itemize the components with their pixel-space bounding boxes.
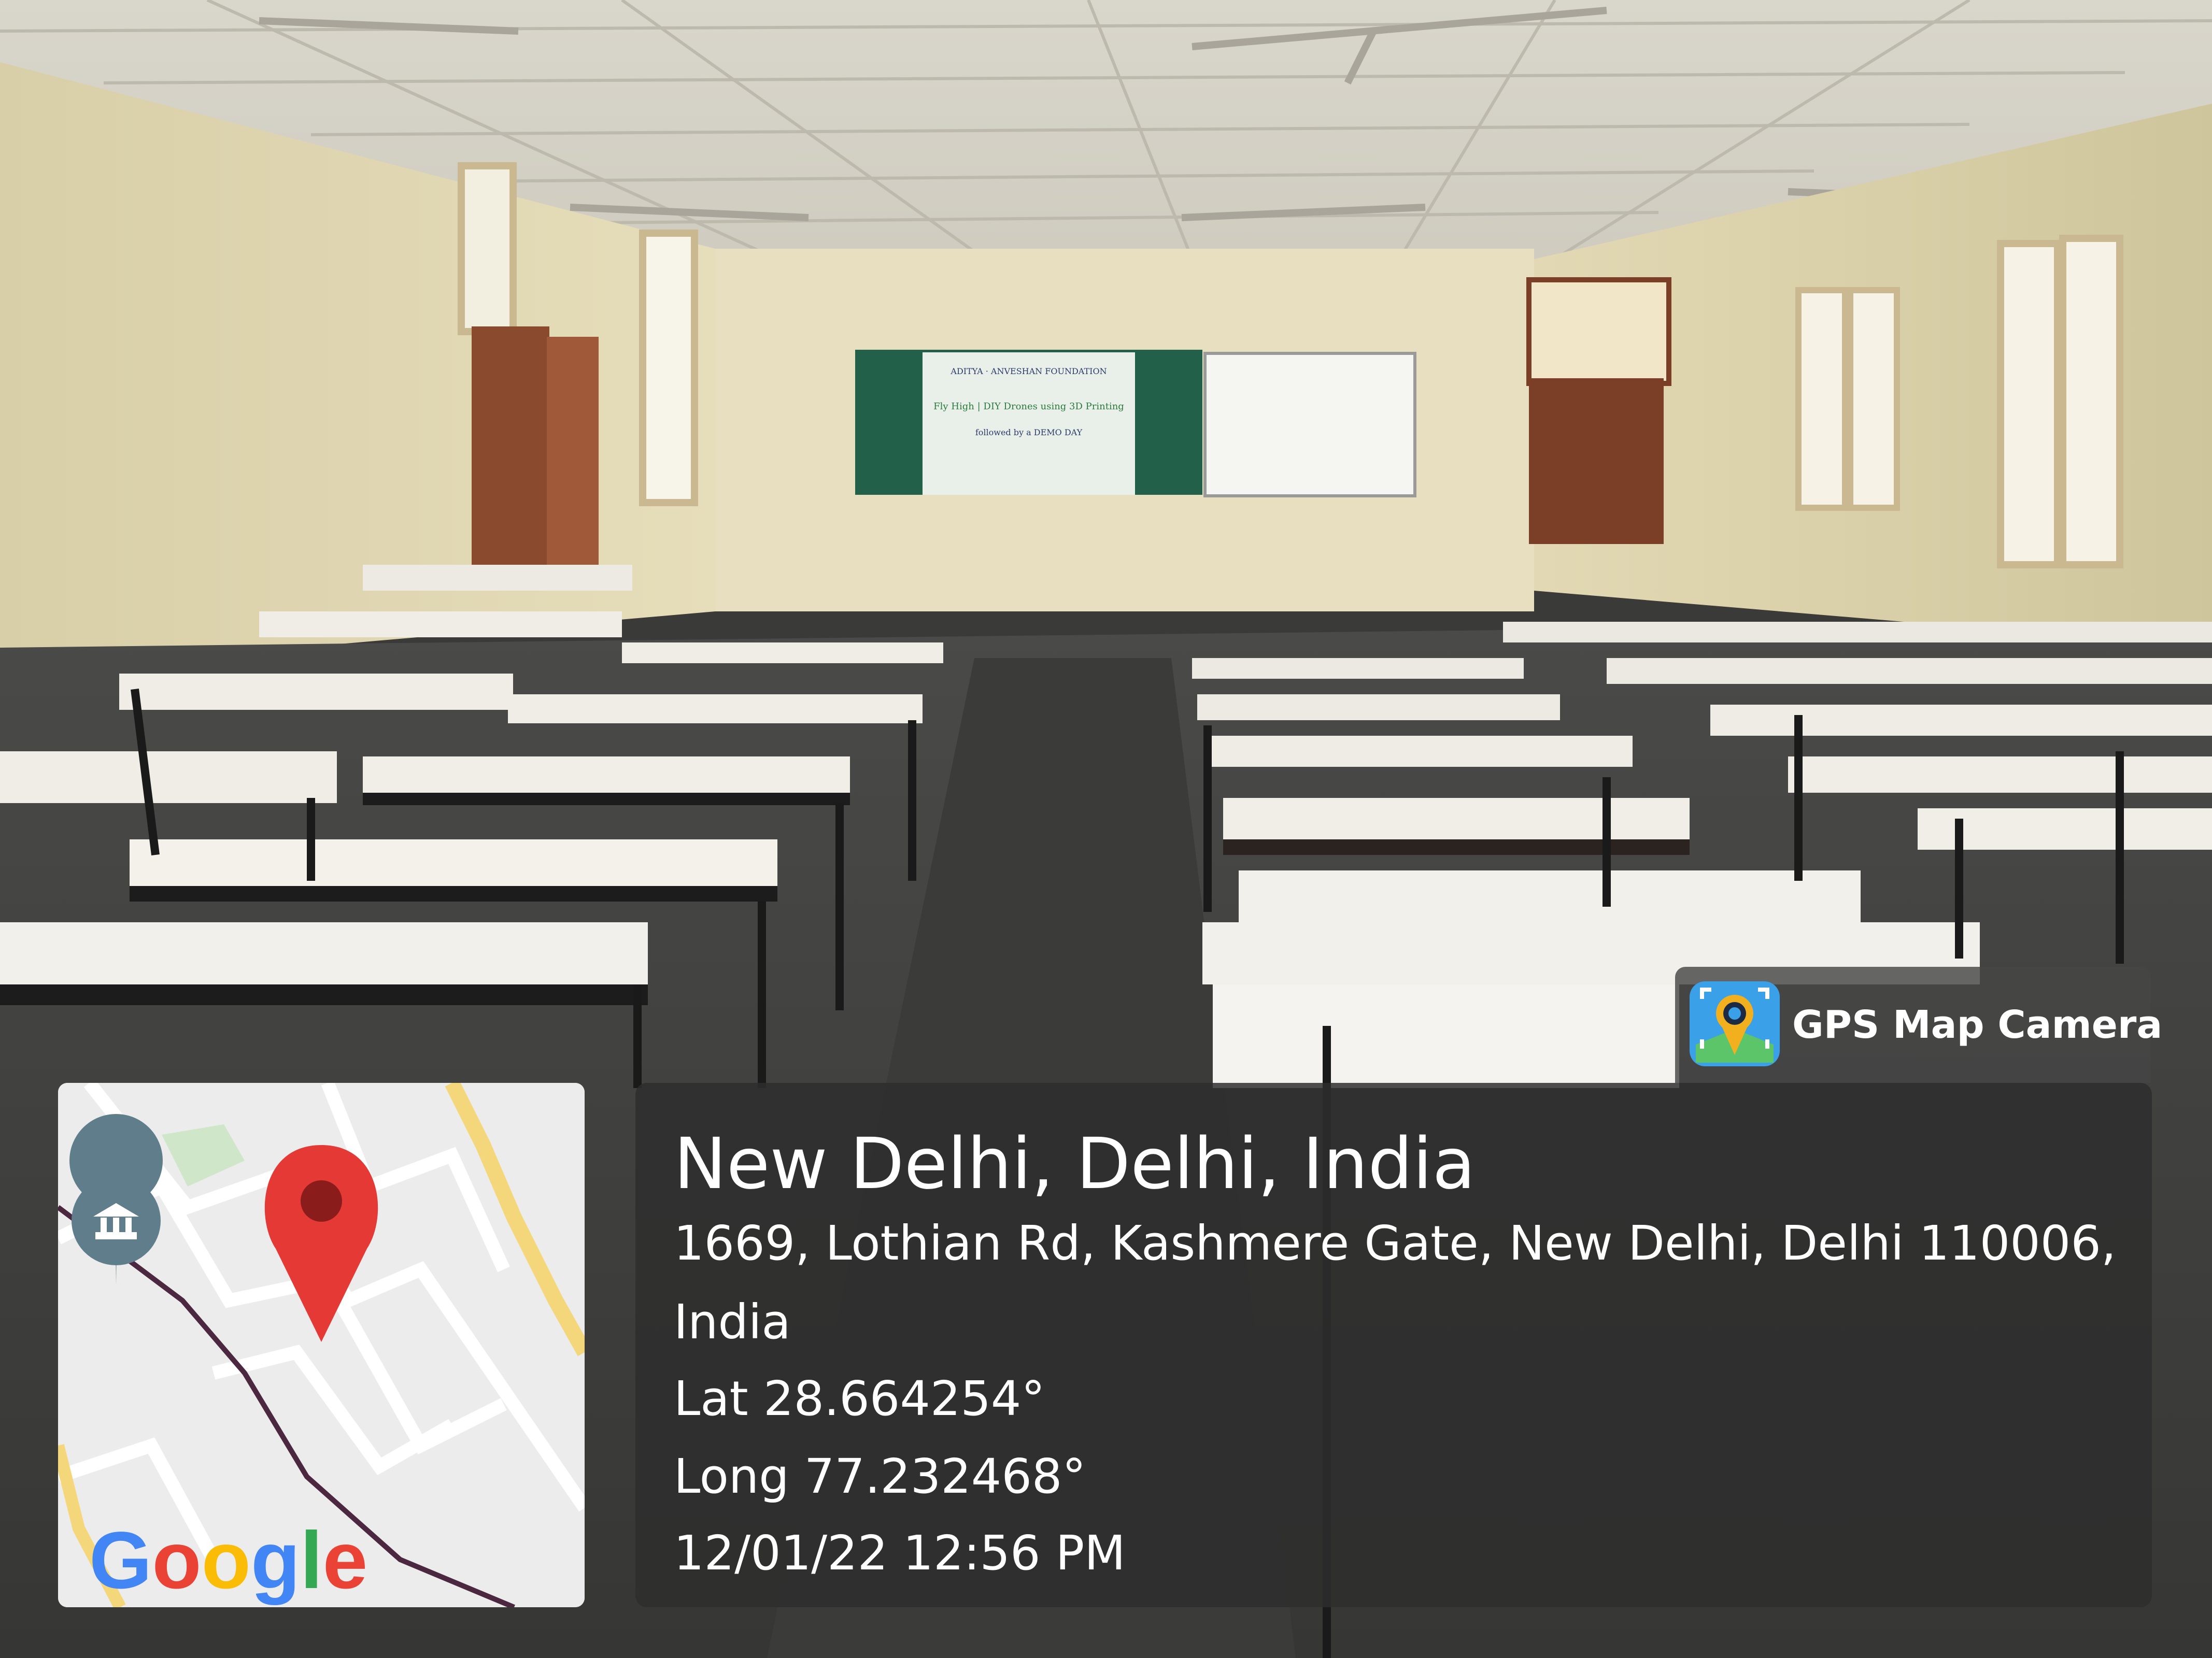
gps-map-camera-app-icon	[1690, 981, 1780, 1066]
banner-line: Fly High | DIY Drones using 3D Printing	[933, 401, 1124, 412]
badge-label: GPS Map Camera	[1792, 1003, 2163, 1047]
banner-line: followed by a DEMO DAY	[975, 427, 1083, 437]
address-line-2: India	[674, 1294, 791, 1350]
latitude-text: Lat 28.664254°	[674, 1371, 1045, 1426]
banner-line: ADITYA · ANVESHAN FOUNDATION	[950, 366, 1107, 376]
longitude-text: Long 77.232468°	[674, 1449, 1086, 1504]
datetime-text: 12/01/22 12:56 PM	[674, 1525, 1126, 1581]
address-line-1: 1669, Lothian Rd, Kashmere Gate, New Del…	[674, 1216, 2117, 1271]
gps-map-camera-badge: GPS Map Camera	[1675, 967, 2162, 1083]
google-brand-text: Google	[89, 1516, 367, 1606]
whiteboard	[1203, 352, 1416, 497]
map-thumbnail[interactable]: Google	[58, 1083, 585, 1607]
location-info-panel: New Delhi, Delhi, India 1669, Lothian Rd…	[635, 1083, 2152, 1607]
google-logo: Google	[89, 1516, 367, 1606]
location-title: New Delhi, Delhi, India	[674, 1123, 1476, 1205]
